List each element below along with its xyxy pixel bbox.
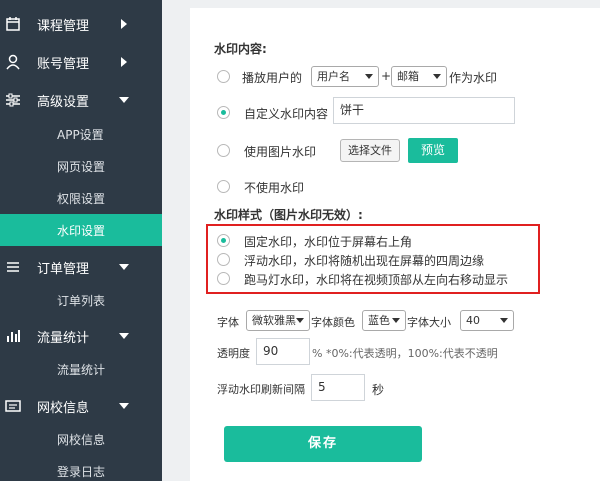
chevron-down-icon: [392, 318, 400, 323]
sidebar-item-label: 订单列表: [57, 294, 106, 308]
chevron-right-icon: [121, 19, 127, 29]
opacity-input[interactable]: 90: [256, 338, 310, 365]
main-content: 水印内容: 播放用户的 用户名 + 邮箱 作为水印 自定义水印内容 饼干 使用图…: [162, 0, 600, 481]
font-color-label: 字体颜色: [311, 316, 355, 329]
chevron-down-icon: [119, 403, 129, 409]
radio-style-fixed[interactable]: [217, 234, 230, 247]
chevron-right-icon: [121, 57, 127, 67]
watermark-style-title: 水印样式（图片水印无效）:: [214, 208, 363, 222]
font-label: 字体: [217, 316, 239, 329]
list-icon: [7, 262, 19, 272]
menu-group-label: 订单管理: [37, 262, 90, 277]
opacity-hint: % *0%:代表透明，100%:代表不透明: [312, 347, 498, 360]
select-value: 邮箱: [397, 70, 419, 83]
menu-group-label: 网校信息: [37, 401, 90, 416]
chevron-down-icon: [365, 74, 373, 79]
refresh-interval-label: 浮动水印刷新间隔: [217, 383, 305, 396]
radio-style-marquee[interactable]: [217, 272, 230, 285]
menu-group-label: 账号管理: [37, 57, 90, 72]
sidebar-item-label: 网校信息: [57, 433, 106, 447]
menu-group-label: 流量统计: [37, 331, 90, 346]
watermark-content-title: 水印内容:: [214, 42, 267, 56]
save-button[interactable]: 保存: [224, 426, 422, 462]
input-value: 5: [318, 380, 326, 394]
menu-group-orders[interactable]: 订单管理: [0, 249, 162, 285]
sidebar-item-label: 水印设置: [57, 224, 106, 238]
sidebar-item-label: APP设置: [57, 128, 104, 142]
option-none: 不使用水印: [244, 181, 305, 195]
radio-style-float[interactable]: [217, 253, 230, 266]
font-size-select[interactable]: 40: [460, 310, 514, 331]
radio-no-watermark[interactable]: [217, 180, 230, 193]
sidebar-item-label: 流量统计: [57, 363, 106, 377]
sliders-icon: [6, 93, 20, 107]
chevron-down-icon: [119, 97, 129, 103]
radio-image-watermark[interactable]: [217, 144, 230, 157]
chevron-down-icon: [433, 74, 441, 79]
plus-sign: +: [381, 69, 392, 83]
menu-group-label: 课程管理: [37, 19, 90, 34]
sidebar-item-label: 网页设置: [57, 160, 106, 174]
chevron-down-icon: [500, 318, 508, 323]
chevron-down-icon: [119, 333, 129, 339]
sidebar-item-traffic-stats[interactable]: 流量统计: [0, 353, 162, 385]
sidebar-item-label: 登录日志: [57, 465, 106, 479]
card-icon: [5, 400, 21, 412]
menu-group-account[interactable]: 账号管理: [0, 44, 162, 80]
sidebar: 课程管理 账号管理 高级设置 APP设置 网页设置 权限设置 水印设置 订单管理…: [0, 0, 162, 481]
option-user-suffix: 作为水印: [449, 71, 498, 85]
input-value: 饼干: [340, 103, 365, 117]
sidebar-item-watermark-settings[interactable]: 水印设置: [0, 214, 162, 246]
menu-group-course[interactable]: 课程管理: [0, 6, 162, 42]
option-user-prefix: 播放用户的: [242, 71, 303, 85]
font-select[interactable]: 微软雅黑: [246, 310, 310, 331]
select-value: 用户名: [317, 70, 350, 83]
refresh-interval-input[interactable]: 5: [311, 374, 365, 401]
font-color-select[interactable]: 蓝色: [362, 310, 406, 331]
chevron-down-icon: [296, 318, 304, 323]
sidebar-item-label: 权限设置: [57, 192, 106, 206]
select-value: 蓝色: [368, 314, 390, 327]
menu-group-school-info[interactable]: 网校信息: [0, 388, 162, 424]
sidebar-item-login-log[interactable]: 登录日志: [0, 455, 162, 481]
sidebar-item-app-settings[interactable]: APP设置: [0, 118, 162, 150]
choose-file-button[interactable]: 选择文件: [340, 139, 400, 162]
sidebar-item-order-list[interactable]: 订单列表: [0, 284, 162, 316]
custom-watermark-input[interactable]: 饼干: [333, 97, 515, 124]
calendar-icon: [6, 17, 20, 31]
style-marquee-label: 跑马灯水印，水印将在视频顶部从左向右移动显示: [244, 273, 509, 287]
chevron-down-icon: [119, 264, 129, 270]
email-field-select[interactable]: 邮箱: [391, 66, 447, 87]
style-float-label: 浮动水印，水印将随机出现在屏幕的四周边缘: [244, 254, 485, 268]
sidebar-item-school-info[interactable]: 网校信息: [0, 423, 162, 455]
input-value: 90: [263, 344, 279, 358]
select-value: 微软雅黑: [252, 314, 296, 327]
radio-custom-content[interactable]: [217, 106, 230, 119]
option-image: 使用图片水印: [244, 145, 317, 159]
preview-button[interactable]: 预览: [408, 138, 458, 163]
refresh-unit: 秒: [372, 383, 385, 397]
font-size-label: 字体大小: [407, 316, 451, 329]
style-fixed-label: 固定水印，水印位于屏幕右上角: [244, 235, 413, 249]
menu-group-traffic[interactable]: 流量统计: [0, 318, 162, 354]
menu-group-label: 高级设置: [37, 95, 90, 110]
opacity-label: 透明度: [217, 347, 250, 360]
menu-group-advanced[interactable]: 高级设置: [0, 82, 162, 118]
sidebar-item-web-settings[interactable]: 网页设置: [0, 150, 162, 182]
option-custom: 自定义水印内容: [244, 107, 329, 121]
radio-user-field[interactable]: [217, 70, 230, 83]
user-field-select[interactable]: 用户名: [311, 66, 379, 87]
watermark-settings-panel: 水印内容: 播放用户的 用户名 + 邮箱 作为水印 自定义水印内容 饼干 使用图…: [190, 8, 600, 481]
sidebar-item-permission-settings[interactable]: 权限设置: [0, 182, 162, 214]
user-icon: [6, 54, 20, 70]
select-value: 40: [466, 314, 480, 327]
bar-chart-icon: [7, 330, 20, 342]
